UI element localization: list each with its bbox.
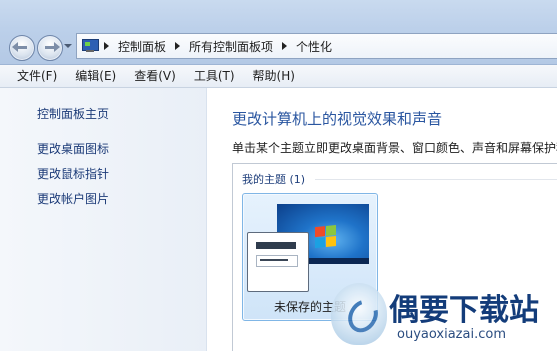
address-bar[interactable]: 控制面板 所有控制面板项 个性化 xyxy=(76,33,557,59)
breadcrumb-separator-icon[interactable] xyxy=(104,42,109,50)
control-panel-home-link[interactable]: 控制面板主页 xyxy=(37,105,109,122)
back-arrow-icon xyxy=(12,42,27,52)
menu-view[interactable]: 查看(V) xyxy=(125,65,185,87)
back-button[interactable] xyxy=(9,35,35,61)
menu-tools[interactable]: 工具(T) xyxy=(185,65,244,87)
breadcrumb-personalization[interactable]: 个性化 xyxy=(292,35,336,57)
watermark-url: ouyaoxiazai.com xyxy=(397,327,506,342)
menu-bar: 文件(F) 编辑(E) 查看(V) 工具(T) 帮助(H) xyxy=(0,65,557,88)
change-mouse-pointers-link[interactable]: 更改鼠标指针 xyxy=(37,165,109,182)
recent-pages-dropdown-icon[interactable] xyxy=(64,44,72,48)
page-description: 单击某个主题立即更改桌面背景、窗口颜色、声音和屏幕保护程序 xyxy=(232,141,557,155)
forward-arrow-icon xyxy=(45,42,60,52)
breadcrumb-all-items[interactable]: 所有控制面板项 xyxy=(185,35,277,57)
watermark-logo-icon xyxy=(331,283,387,345)
page-heading: 更改计算机上的视觉效果和声音 xyxy=(232,110,443,128)
change-desktop-icons-link[interactable]: 更改桌面图标 xyxy=(37,140,109,157)
group-divider xyxy=(315,179,557,180)
my-themes-group-title: 我的主题 (1) xyxy=(242,173,306,186)
menu-help[interactable]: 帮助(H) xyxy=(244,65,304,87)
change-account-picture-link[interactable]: 更改帐户图片 xyxy=(37,190,109,207)
address-bar-area: 控制面板 所有控制面板项 个性化 xyxy=(0,0,557,65)
breadcrumb-control-panel[interactable]: 控制面板 xyxy=(114,35,170,57)
windows-logo-icon xyxy=(315,224,337,249)
window-color-preview-icon xyxy=(247,232,309,292)
watermark-title: 偶要下载站 xyxy=(389,293,539,328)
forward-button[interactable] xyxy=(37,35,63,61)
menu-edit[interactable]: 编辑(E) xyxy=(66,65,125,87)
breadcrumb-separator-icon[interactable] xyxy=(282,42,288,50)
watermark: 偶要下载站 ouyaoxiazai.com xyxy=(331,281,557,351)
breadcrumb-separator-icon[interactable] xyxy=(175,42,181,50)
menu-file[interactable]: 文件(F) xyxy=(0,65,66,87)
left-nav-pane: 控制面板主页 更改桌面图标 更改鼠标指针 更改帐户图片 xyxy=(0,88,207,351)
control-panel-icon xyxy=(81,39,99,53)
